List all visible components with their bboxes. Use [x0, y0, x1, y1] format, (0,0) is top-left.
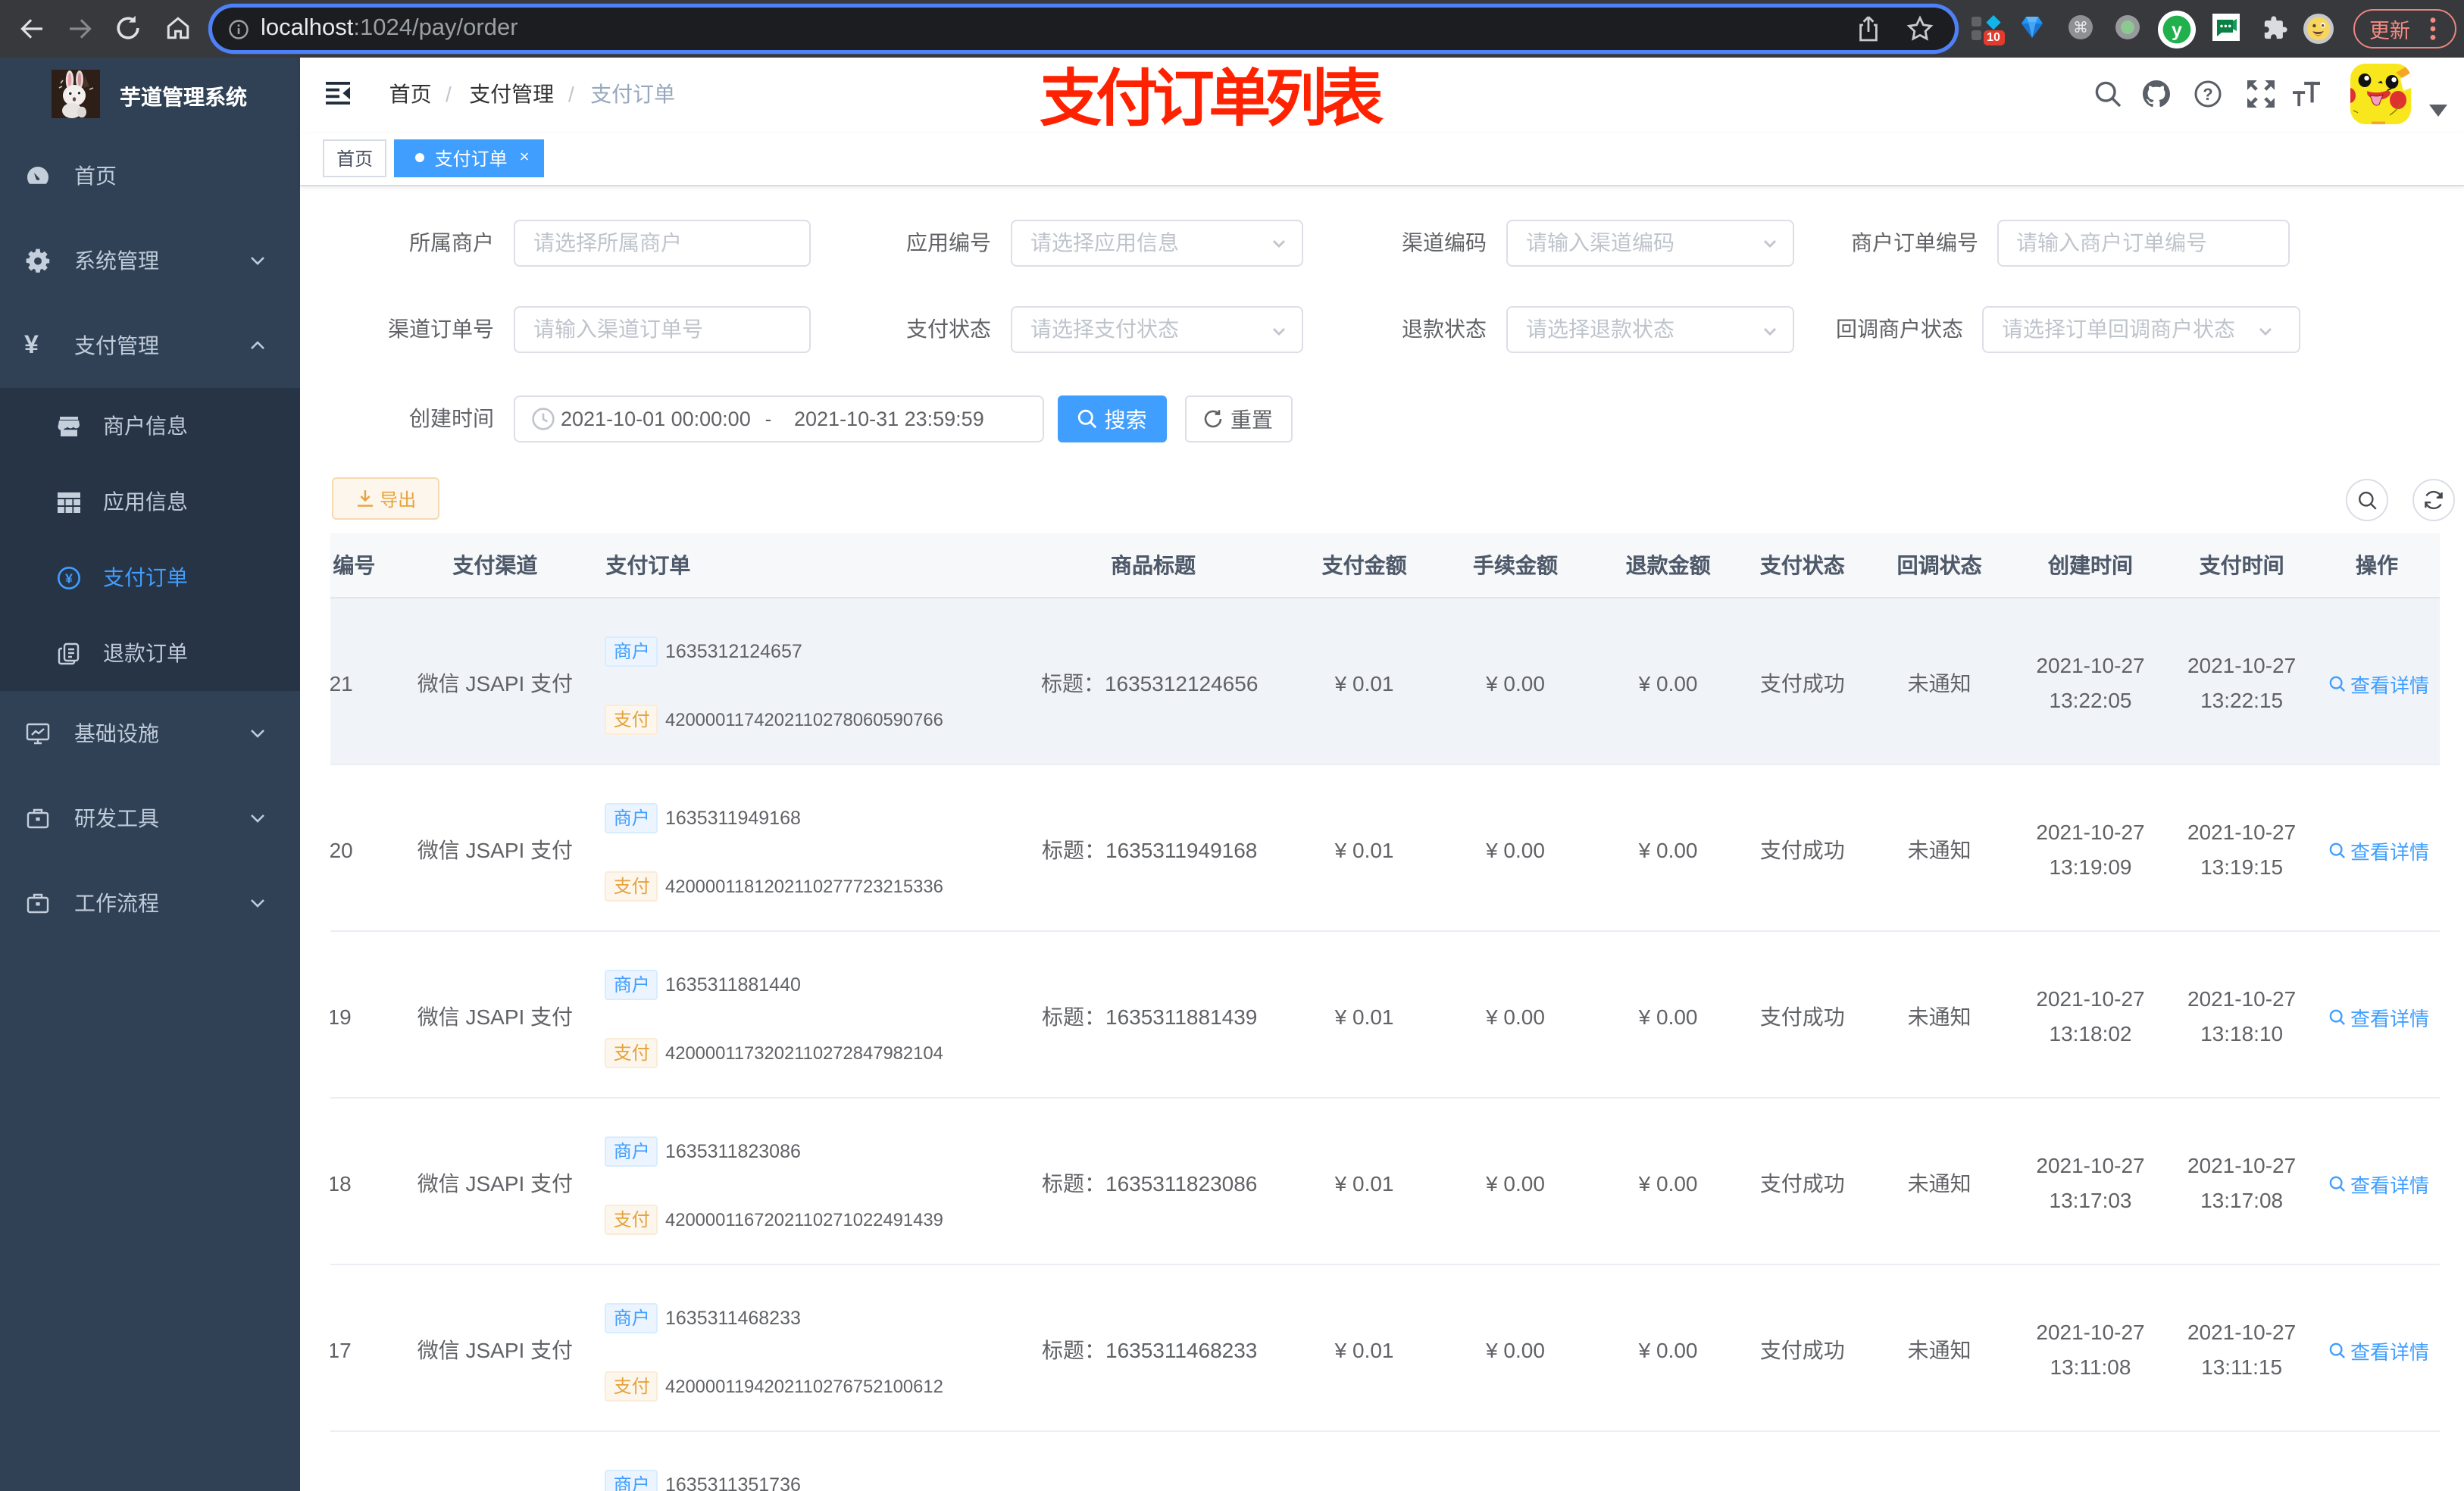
svg-text:?: ? — [2203, 85, 2212, 104]
svg-text:¥: ¥ — [65, 570, 73, 585]
svg-text:⌘: ⌘ — [2073, 20, 2088, 36]
svg-text:y: y — [2172, 19, 2182, 40]
